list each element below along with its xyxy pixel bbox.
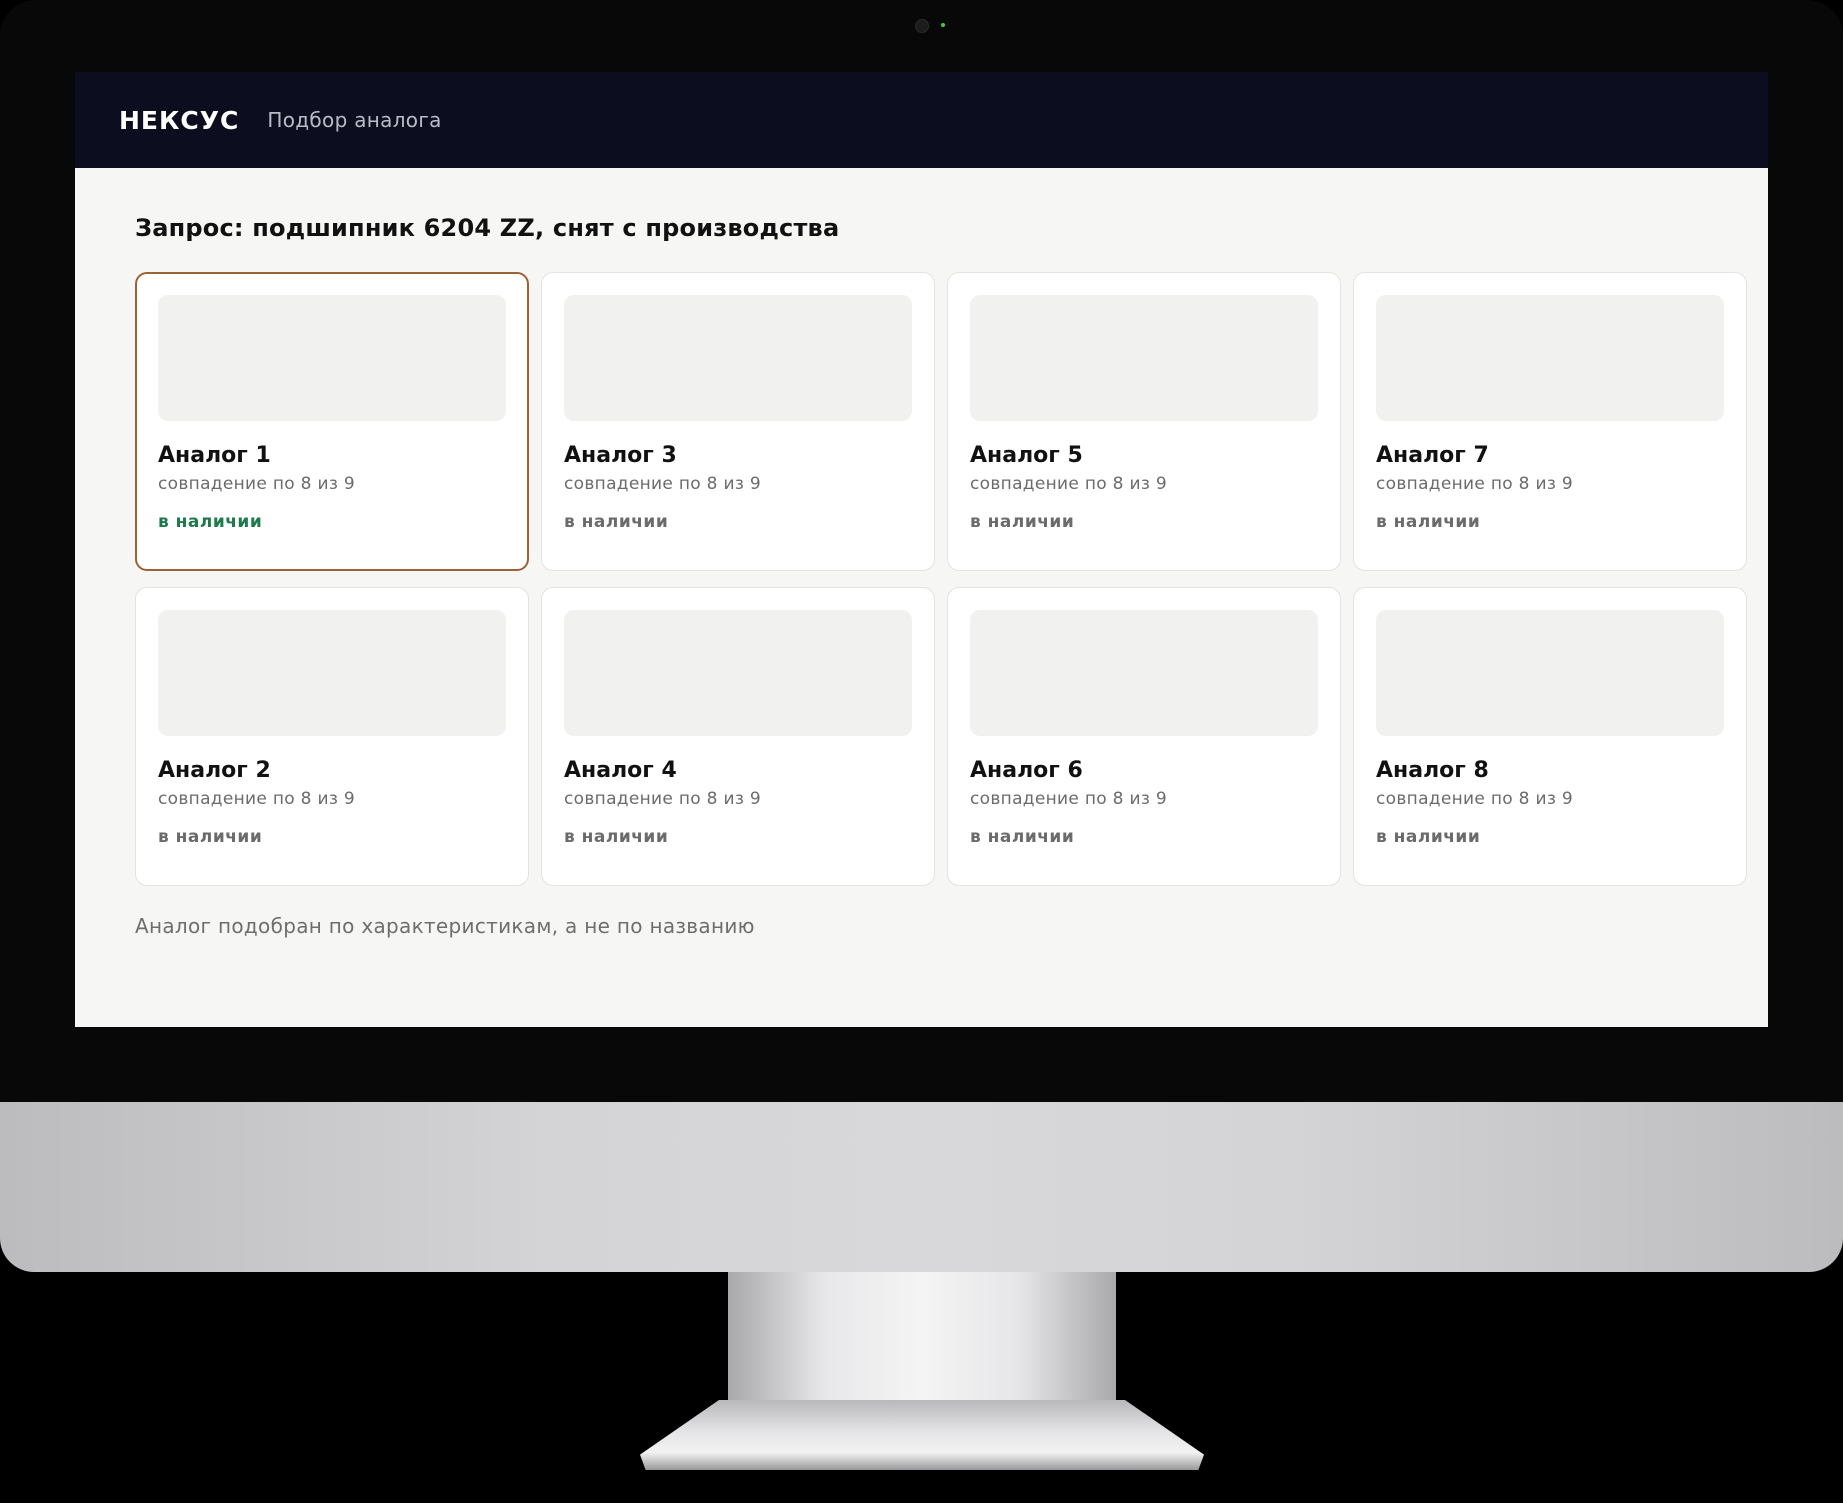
analog-stock-status: в наличии [1376, 512, 1481, 532]
page-subtitle: Подбор аналога [267, 108, 442, 132]
analog-stock-status: в наличии [564, 827, 669, 847]
analog-image-placeholder [1376, 295, 1724, 421]
analog-card[interactable]: Аналог 6 совпадение по 8 из 9 в наличии [947, 587, 1341, 886]
analog-card[interactable]: Аналог 7 совпадение по 8 из 9 в наличии [1353, 272, 1747, 571]
analog-match: совпадение по 8 из 9 [158, 789, 355, 809]
camera-led-icon [941, 23, 945, 27]
analog-stock-status: в наличии [970, 827, 1075, 847]
monitor-stand-foot [640, 1400, 1204, 1470]
analog-card[interactable]: Аналог 2 совпадение по 8 из 9 в наличии [135, 587, 529, 886]
analog-grid: Аналог 1 совпадение по 8 из 9 в наличии … [135, 272, 1768, 886]
analog-stock-status: в наличии [158, 827, 263, 847]
analog-image-placeholder [1376, 610, 1724, 736]
analog-image-placeholder [564, 295, 912, 421]
brand-logo[interactable]: НЕКСУС [119, 106, 239, 135]
analog-match: совпадение по 8 из 9 [970, 474, 1167, 494]
analog-title: Аналог 2 [158, 758, 271, 783]
analog-card[interactable]: Аналог 5 совпадение по 8 из 9 в наличии [947, 272, 1341, 571]
analog-card[interactable]: Аналог 4 совпадение по 8 из 9 в наличии [541, 587, 935, 886]
monitor-chin [0, 1102, 1843, 1272]
analog-title: Аналог 6 [970, 758, 1083, 783]
analog-image-placeholder [158, 295, 506, 421]
analog-card[interactable]: Аналог 3 совпадение по 8 из 9 в наличии [541, 272, 935, 571]
analog-title: Аналог 8 [1376, 758, 1489, 783]
analog-match: совпадение по 8 из 9 [970, 789, 1167, 809]
analog-match: совпадение по 8 из 9 [1376, 789, 1573, 809]
query-title: Запрос: подшипник 6204 ZZ, снят с произв… [135, 214, 840, 242]
analog-card[interactable]: Аналог 8 совпадение по 8 из 9 в наличии [1353, 587, 1747, 886]
analog-match: совпадение по 8 из 9 [564, 789, 761, 809]
monitor-mockup: НЕКСУС Подбор аналога Запрос: подшипник … [0, 0, 1843, 1503]
analog-match: совпадение по 8 из 9 [564, 474, 761, 494]
main-content: Запрос: подшипник 6204 ZZ, снят с произв… [75, 168, 1768, 938]
monitor-bezel: НЕКСУС Подбор аналога Запрос: подшипник … [0, 0, 1843, 1102]
analog-stock-status: в наличии [1376, 827, 1481, 847]
analog-title: Аналог 7 [1376, 443, 1489, 468]
analog-stock-status: в наличии [158, 512, 263, 532]
analog-match: совпадение по 8 из 9 [158, 474, 355, 494]
monitor-stand-neck [728, 1272, 1116, 1412]
analog-title: Аналог 3 [564, 443, 677, 468]
analog-stock-status: в наличии [564, 512, 669, 532]
camera-icon [915, 19, 929, 33]
analog-title: Аналог 4 [564, 758, 677, 783]
analog-match: совпадение по 8 из 9 [1376, 474, 1573, 494]
screen: НЕКСУС Подбор аналога Запрос: подшипник … [75, 72, 1768, 1027]
analog-image-placeholder [970, 610, 1318, 736]
footnote: Аналог подобран по характеристикам, а не… [135, 914, 755, 938]
analog-image-placeholder [564, 610, 912, 736]
analog-image-placeholder [970, 295, 1318, 421]
analog-title: Аналог 5 [970, 443, 1083, 468]
analog-title: Аналог 1 [158, 443, 271, 468]
analog-image-placeholder [158, 610, 506, 736]
analog-card[interactable]: Аналог 1 совпадение по 8 из 9 в наличии [135, 272, 529, 571]
analog-stock-status: в наличии [970, 512, 1075, 532]
top-bar: НЕКСУС Подбор аналога [75, 72, 1768, 168]
